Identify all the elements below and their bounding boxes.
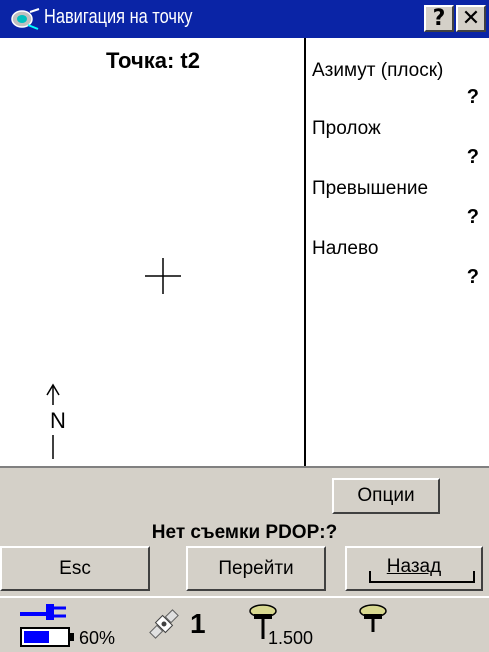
azimuth-label: Азимут (плоск) [312, 60, 444, 81]
satellite-dish-icon [11, 8, 40, 30]
antenna-height: 1.500 [268, 628, 314, 648]
status-bar: 60% 1 1.500 [0, 596, 489, 652]
esc-button[interactable]: Esc [0, 546, 150, 591]
north-label: N [50, 408, 66, 433]
elevation-value: ? [466, 206, 479, 228]
navigation-view: Точка: t2 N Азимут (плоск) ? Пролож ? Пр… [0, 38, 489, 466]
distance-label: Пролож [312, 118, 381, 139]
distance-value: ? [466, 146, 479, 168]
map-canvas[interactable]: Точка: t2 N [0, 38, 306, 466]
base-antenna-icon[interactable] [358, 602, 388, 640]
satellite-icon[interactable] [146, 606, 182, 642]
window-title: Навигация на точку [44, 6, 193, 28]
satellite-count: 1 [190, 608, 206, 639]
point-name: t2 [180, 48, 200, 73]
divider [0, 466, 489, 468]
elevation-label: Превышение [312, 178, 429, 199]
point-title: Точка: t2 [0, 48, 306, 74]
azimuth-value: ? [466, 86, 479, 108]
return-arrow-icon [369, 571, 475, 583]
back-button[interactable]: Назад [345, 546, 483, 591]
crosshair-icon [145, 258, 181, 294]
battery-icon[interactable] [20, 625, 76, 649]
point-prefix: Точка: [106, 48, 175, 73]
go-button[interactable]: Перейти [186, 546, 326, 591]
left-offset-label: Налево [312, 238, 379, 259]
battery-percent: 60% [79, 628, 116, 648]
survey-status: Нет съемки PDOP:? [151, 522, 338, 543]
options-button[interactable]: Опции [332, 478, 440, 514]
left-offset-value: ? [466, 266, 479, 288]
title-bar: Навигация на точку ? ✕ [0, 0, 489, 38]
power-plug-icon[interactable] [20, 600, 68, 622]
navigation-info-panel: Азимут (плоск) ? Пролож ? Превышение ? Н… [306, 38, 489, 466]
help-button[interactable]: ? [424, 5, 454, 32]
close-button[interactable]: ✕ [456, 5, 486, 32]
